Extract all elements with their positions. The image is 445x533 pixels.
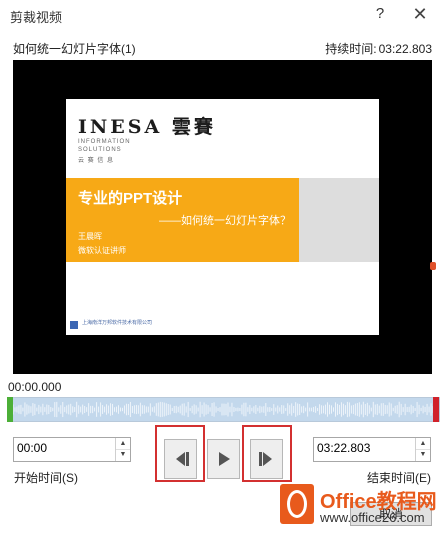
start-trim-handle[interactable]	[7, 397, 13, 422]
slide-footer: 上海南洋万邦软件技术有限公司	[82, 320, 153, 326]
end-trim-handle[interactable]	[433, 397, 439, 422]
duration-value: 03:22.803	[378, 42, 432, 56]
duration-label: 持续时间:	[325, 42, 377, 56]
start-time-down-icon[interactable]: ▼	[116, 449, 130, 460]
audio-waveform	[10, 401, 436, 418]
video-frame-slide: INESA 雲賽 INFORMATION SOLUTIONS 云 赛 信 息 专…	[66, 99, 379, 335]
trim-timeline[interactable]	[8, 397, 440, 422]
start-time-spinner[interactable]: ▲ ▼	[13, 437, 131, 462]
previous-frame-highlight	[155, 425, 205, 482]
title-bar: 剪裁视频 ? ✕	[0, 0, 445, 30]
dialog-title: 剪裁视频	[10, 10, 63, 25]
start-time-label: 开始时间(S)	[14, 471, 78, 485]
play-icon	[219, 452, 230, 466]
current-time: 00:00.000	[8, 380, 62, 394]
start-time-input[interactable]	[17, 441, 97, 455]
slide-logo: INESA 雲賽	[78, 116, 216, 138]
play-button[interactable]	[207, 439, 240, 479]
end-time-spinner[interactable]: ▲ ▼	[313, 437, 431, 462]
slide-author-role: 微软认证讲师	[78, 246, 126, 255]
side-marker	[430, 262, 436, 270]
video-name: 如何统一幻灯片字体(1)	[13, 42, 136, 56]
end-time-input[interactable]	[317, 441, 397, 455]
slide-logo-sub2: SOLUTIONS	[78, 147, 122, 153]
end-time-down-icon[interactable]: ▼	[416, 449, 430, 460]
slide-title: 专业的PPT设计	[78, 190, 183, 207]
watermark-url: www.office26.com	[320, 510, 425, 525]
slide-logo-sub3: 云 赛 信 息	[78, 158, 115, 164]
slide-subtitle: ——如何统一幻灯片字体？	[159, 215, 291, 227]
duration-readout: 持续时间: 03:22.803	[323, 40, 432, 57]
slide-logo-sub1: INFORMATION	[78, 139, 131, 145]
slide-gray-band	[299, 178, 379, 262]
slide-author: 王晨晖	[78, 232, 102, 241]
help-button[interactable]: ?	[372, 5, 388, 25]
close-button[interactable]: ✕	[410, 4, 430, 24]
next-frame-highlight	[242, 425, 292, 482]
slide-footer-logo	[70, 321, 78, 329]
watermark: Office教程网 www.office26.com	[280, 482, 443, 530]
office-logo-icon	[280, 484, 314, 524]
